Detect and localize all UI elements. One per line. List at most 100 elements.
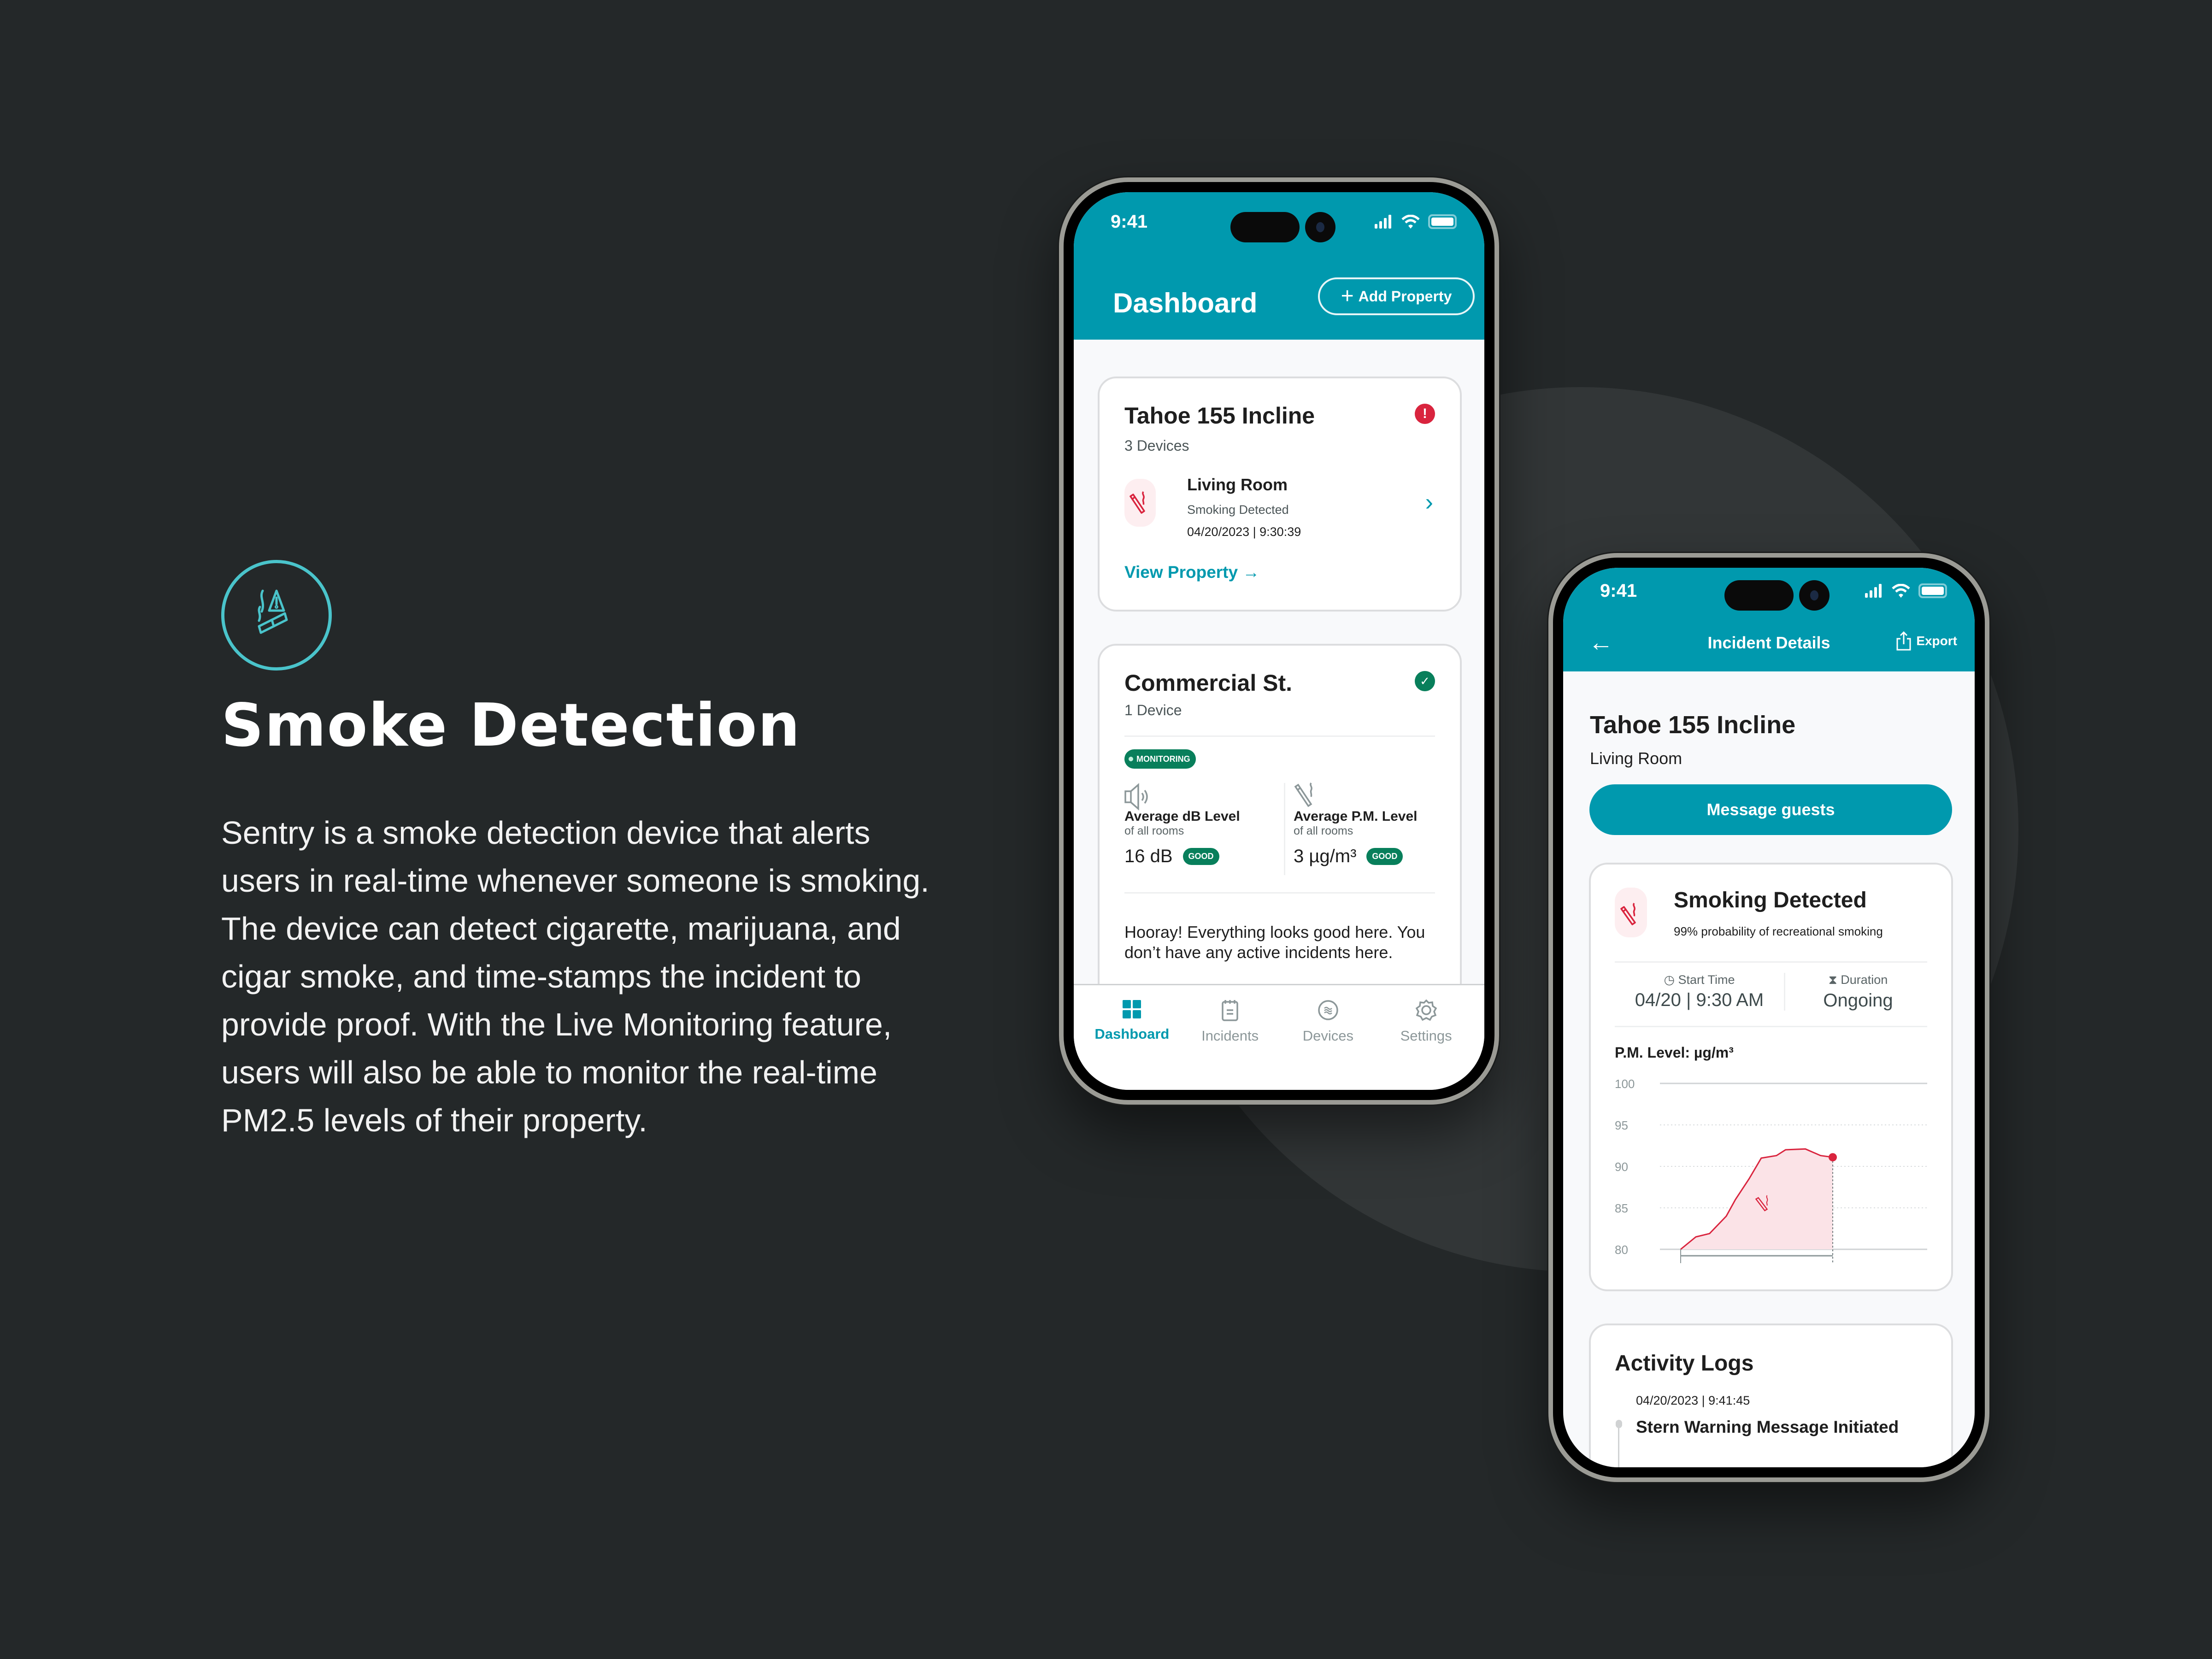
metric-label: Average P.M. Level bbox=[1294, 809, 1418, 824]
status-bar: 9:41 bbox=[1563, 568, 1975, 628]
metric-value: 16 dB bbox=[1124, 846, 1173, 866]
share-icon bbox=[1896, 631, 1911, 651]
divider bbox=[1615, 961, 1927, 963]
chart-title: P.M. Level: µg/m³ bbox=[1615, 1044, 1734, 1061]
description-line: cigar smoke, and time-stamps the inciden… bbox=[221, 959, 861, 994]
export-button[interactable]: Export bbox=[1896, 631, 1957, 651]
monitoring-badge: MONITORING bbox=[1124, 749, 1196, 769]
tab-bar: Dashboard Incidents Devices Settings bbox=[1074, 984, 1484, 1090]
incident-title: Smoking Detected bbox=[1674, 888, 1867, 912]
battery-icon bbox=[1428, 214, 1457, 229]
alert-icon: ! bbox=[1415, 404, 1435, 424]
notepad-icon bbox=[1222, 1000, 1238, 1021]
activity-logs-card: Activity Logs 04/20/2023 | 9:41:45 Stern… bbox=[1589, 1324, 1953, 1467]
description-line: PM2.5 levels of their property. bbox=[221, 1102, 647, 1138]
dashboard-header: 9:41 Dashboard + Add Property bbox=[1074, 192, 1484, 340]
dynamic-island bbox=[1724, 580, 1794, 611]
metric-value-row: 16 dB GOOD bbox=[1124, 846, 1281, 867]
smoke-warning-icon bbox=[221, 560, 332, 671]
metric-db: Average dB Level of all rooms 16 dB GOOD bbox=[1124, 783, 1281, 867]
room-name: Living Room bbox=[1187, 475, 1288, 494]
divider bbox=[1615, 1026, 1927, 1027]
property-name: Tahoe 155 Incline bbox=[1124, 403, 1315, 429]
description-line: The device can detect cigarette, marijua… bbox=[221, 911, 901, 947]
description-line: users will also be able to monitor the r… bbox=[221, 1054, 877, 1090]
metric-pm: Average P.M. Level of all rooms 3 µg/m³ G… bbox=[1284, 782, 1441, 875]
hero-title: Smoke Detection bbox=[221, 691, 801, 760]
incident-screen: 9:41 ← Incident Details Export Tahoe 155… bbox=[1563, 568, 1975, 1467]
dashboard-screen: 9:41 Dashboard + Add Property Tahoe 155 … bbox=[1074, 192, 1484, 1090]
tab-dashboard[interactable]: Dashboard bbox=[1088, 999, 1176, 1090]
check-icon: ✓ bbox=[1415, 671, 1435, 691]
tab-incidents[interactable]: Incidents bbox=[1186, 999, 1274, 1090]
tab-label: Incidents bbox=[1201, 1028, 1259, 1044]
start-time: ◷ Start Time 04/20 | 9:30 AM bbox=[1615, 973, 1785, 1011]
arrow-right-icon: → bbox=[1242, 563, 1260, 582]
log-entry: Stern Warning Message Initiated bbox=[1636, 1418, 1899, 1436]
duration-value: Ongoing bbox=[1823, 990, 1893, 1011]
hourglass-icon: ⧗ bbox=[1828, 973, 1837, 987]
duration-label: Duration bbox=[1841, 973, 1888, 987]
y-tick-label: 95 bbox=[1615, 1118, 1628, 1132]
device-icon bbox=[1318, 1000, 1338, 1020]
activity-logs-title: Activity Logs bbox=[1615, 1351, 1754, 1376]
status-time: 9:41 bbox=[1111, 212, 1148, 232]
wifi-icon bbox=[1892, 584, 1910, 598]
wifi-icon bbox=[1401, 215, 1420, 229]
duration-label-row: ⧗ Duration bbox=[1787, 973, 1930, 988]
tab-settings[interactable]: Settings bbox=[1382, 999, 1470, 1090]
y-tick-label: 80 bbox=[1615, 1243, 1628, 1257]
incident-card: Smoking Detected 99% probability of recr… bbox=[1589, 863, 1953, 1291]
divider bbox=[1124, 735, 1435, 737]
pm-level-chart: 100959085809:30 AMPTNow bbox=[1615, 1077, 1927, 1263]
speaker-icon bbox=[1124, 783, 1148, 811]
property-name: Commercial St. bbox=[1124, 670, 1293, 696]
cigarette-icon bbox=[1615, 888, 1647, 937]
tab-label: Dashboard bbox=[1094, 1026, 1170, 1042]
description-line: provide proof. With the Live Monitoring … bbox=[221, 1006, 892, 1042]
tab-label: Devices bbox=[1302, 1028, 1353, 1044]
view-property-label: View Property bbox=[1124, 563, 1238, 582]
property-card[interactable]: Tahoe 155 Incline 3 Devices ! Living Roo… bbox=[1098, 377, 1462, 612]
metric-sub: of all rooms bbox=[1124, 824, 1184, 837]
start-time-label-row: ◷ Start Time bbox=[1615, 973, 1784, 987]
rating-badge: GOOD bbox=[1182, 848, 1219, 865]
grid-icon bbox=[1123, 1000, 1141, 1018]
description-line: users in real-time whenever someone is s… bbox=[221, 863, 930, 899]
camera bbox=[1305, 212, 1335, 242]
property-name: Tahoe 155 Incline bbox=[1590, 711, 1796, 739]
phone-incident: 9:41 ← Incident Details Export Tahoe 155… bbox=[1548, 553, 1989, 1482]
view-property-link[interactable]: View Property → bbox=[1124, 563, 1259, 582]
room-name: Living Room bbox=[1590, 749, 1683, 768]
chevron-right-icon[interactable]: › bbox=[1425, 490, 1433, 514]
clock-icon: ◷ bbox=[1664, 973, 1675, 987]
no-incidents-message: Hooray! Everything looks good here. You … bbox=[1124, 923, 1425, 962]
metric-label: Average dB Level bbox=[1124, 809, 1240, 824]
dynamic-island bbox=[1230, 212, 1300, 242]
incident-header: 9:41 ← Incident Details Export bbox=[1563, 568, 1975, 671]
add-property-button[interactable]: + Add Property bbox=[1318, 277, 1475, 315]
rating-badge: GOOD bbox=[1366, 848, 1403, 865]
tab-label: Settings bbox=[1400, 1028, 1452, 1044]
tab-devices[interactable]: Devices bbox=[1284, 999, 1372, 1090]
signal-icon bbox=[1865, 584, 1882, 598]
incident-probability: 99% probability of recreational smoking bbox=[1674, 924, 1883, 938]
y-tick-label: 90 bbox=[1615, 1160, 1628, 1174]
y-tick-label: 85 bbox=[1615, 1201, 1628, 1215]
y-tick-label: 100 bbox=[1615, 1077, 1635, 1091]
phone-dashboard: 9:41 Dashboard + Add Property Tahoe 155 … bbox=[1059, 177, 1499, 1105]
message-guests-button[interactable]: Message guests bbox=[1589, 784, 1952, 835]
device-count: 3 Devices bbox=[1124, 437, 1189, 454]
camera bbox=[1799, 580, 1830, 611]
room-status: Smoking Detected bbox=[1187, 503, 1289, 517]
add-property-label: Add Property bbox=[1358, 288, 1452, 305]
timeline-line bbox=[1618, 1427, 1619, 1467]
metric-value-row: 3 µg/m³ GOOD bbox=[1294, 846, 1441, 867]
plus-icon: + bbox=[1341, 284, 1354, 308]
page-title: Dashboard bbox=[1113, 288, 1258, 318]
cigarette-icon bbox=[1124, 479, 1156, 527]
status-icons bbox=[1375, 214, 1457, 229]
duration: ⧗ Duration Ongoing bbox=[1787, 973, 1930, 1011]
gear-icon bbox=[1415, 999, 1437, 1021]
start-time-label: Start Time bbox=[1678, 973, 1735, 987]
